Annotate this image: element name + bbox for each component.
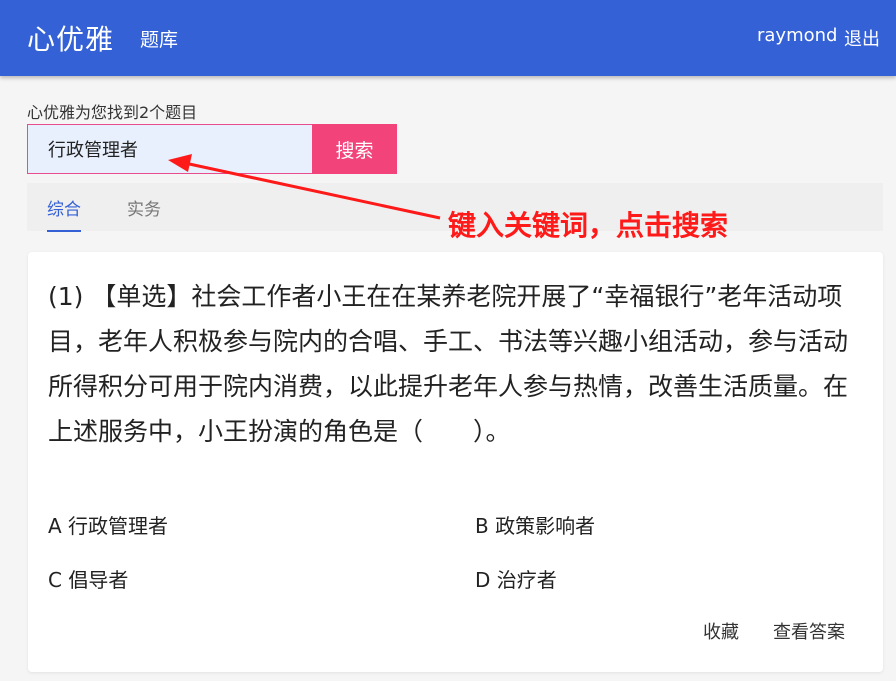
tab-comprehensive[interactable]: 综合: [47, 195, 81, 232]
annotation-callout: 键入关键词，点击搜索: [448, 209, 729, 242]
nav-question-bank-link[interactable]: 题库: [140, 25, 178, 52]
username-label: raymond: [757, 25, 838, 46]
question-text: (1) 【单选】社会工作者小王在在某养老院开展了“幸福银行”老年活动项目，老年人…: [48, 282, 849, 446]
option-b[interactable]: B 政策影响者: [475, 510, 595, 539]
option-a[interactable]: A 行政管理者: [48, 510, 168, 539]
search-input[interactable]: [27, 124, 312, 174]
option-d[interactable]: D 治疗者: [475, 564, 557, 593]
search-button[interactable]: 搜索: [312, 124, 397, 174]
search-result-count: 心优雅为您找到2个题目: [27, 103, 198, 122]
question-card: (1) 【单选】社会工作者小王在在某养老院开展了“幸福银行”老年活动项目，老年人…: [28, 252, 883, 672]
view-answer-button[interactable]: 查看答案: [773, 618, 845, 644]
option-c[interactable]: C 倡导者: [48, 564, 128, 593]
logout-link[interactable]: 退出: [844, 25, 880, 51]
brand-logo[interactable]: 心优雅: [27, 18, 114, 58]
top-nav-bar: 心优雅 题库 raymond 退出: [0, 0, 896, 76]
favorite-button[interactable]: 收藏: [703, 618, 739, 644]
tab-practice[interactable]: 实务: [127, 195, 161, 220]
